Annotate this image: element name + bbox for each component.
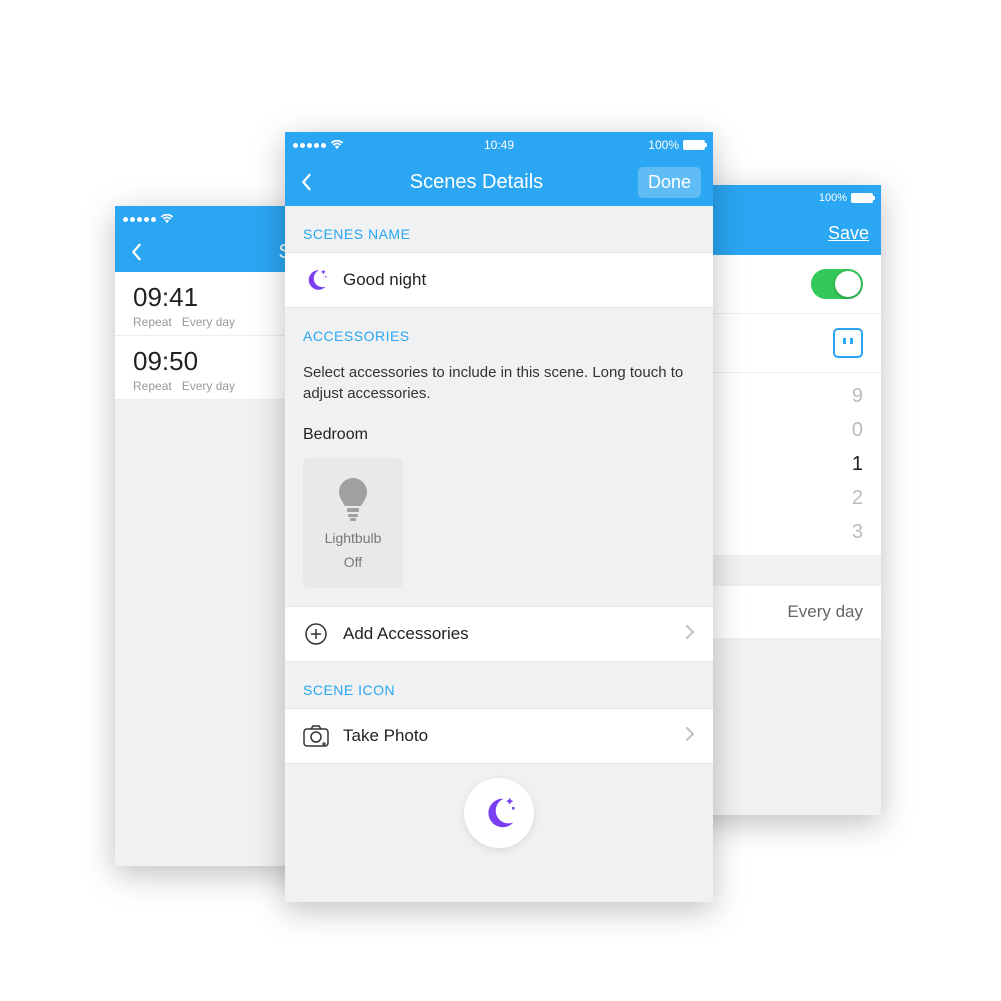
accessory-name: Lightbulb <box>325 530 382 546</box>
add-accessories-label: Add Accessories <box>343 624 671 644</box>
section-header-accessories: ACCESSORIES <box>285 308 713 354</box>
accessories-description: Select accessories to include in this sc… <box>285 354 713 412</box>
take-photo-label: Take Photo <box>343 726 671 746</box>
scene-name-text: Good night <box>343 270 695 290</box>
battery-percent: 100% <box>819 192 847 204</box>
phone-center: 10:49 100% Scenes Details Done SCENES NA… <box>285 132 713 902</box>
back-button[interactable] <box>297 173 315 191</box>
signal-dots-icon <box>293 143 326 148</box>
scene-name-row[interactable]: Good night <box>285 252 713 308</box>
moon-icon <box>303 267 329 293</box>
back-icon[interactable] <box>127 243 145 261</box>
schedule-time: 09:41 <box>133 282 297 313</box>
schedule-sub: RepeatEvery day <box>133 379 297 393</box>
nav-bar: Scenes Details Done <box>285 158 713 206</box>
outlet-icon <box>833 328 863 358</box>
status-time: 10:49 <box>484 138 514 152</box>
page-title: Scenes Details <box>315 171 638 194</box>
battery-icon <box>851 193 873 203</box>
nav-title-partial: Se <box>145 241 303 264</box>
done-button[interactable]: Done <box>638 167 701 198</box>
battery-percent: 100% <box>648 138 679 152</box>
status-bar: 10:49 100% <box>285 132 713 158</box>
chevron-right-icon <box>685 726 695 747</box>
chevron-right-icon <box>685 624 695 645</box>
section-header-scene-icon: SCENE ICON <box>285 662 713 708</box>
schedule-sub: RepeatEvery day <box>133 315 297 329</box>
battery-icon <box>683 140 705 150</box>
plus-circle-icon <box>303 621 329 647</box>
lightbulb-icon <box>335 476 371 522</box>
take-photo-row[interactable]: Take Photo <box>285 708 713 764</box>
camera-icon <box>303 723 329 749</box>
enable-toggle[interactable] <box>811 269 863 299</box>
wifi-icon <box>160 214 174 224</box>
section-header-scenes-name: SCENES NAME <box>285 206 713 252</box>
accessory-state: Off <box>344 554 362 570</box>
schedule-time: 09:50 <box>133 346 297 377</box>
room-label: Bedroom <box>285 412 713 452</box>
moon-icon <box>480 794 518 832</box>
save-button[interactable]: Save <box>828 223 869 244</box>
wifi-icon <box>330 140 344 150</box>
scene-icon-preview[interactable] <box>464 778 534 848</box>
accessory-tile[interactable]: Lightbulb Off <box>303 458 403 588</box>
add-accessories-row[interactable]: Add Accessories <box>285 606 713 662</box>
